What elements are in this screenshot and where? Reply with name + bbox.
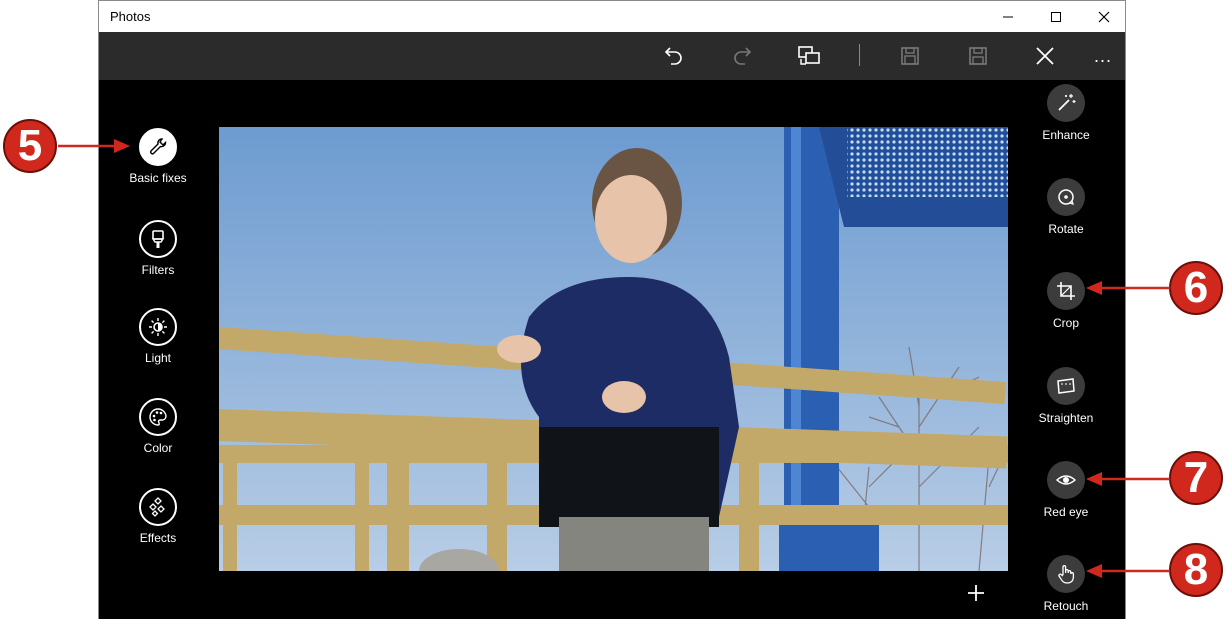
photos-window: Photos ... Basic fixes Filters Light Col… xyxy=(98,0,1126,619)
tool-crop-label: Crop xyxy=(1052,316,1079,330)
tool-red-eye-circle xyxy=(1047,461,1085,499)
callout-number: 5 xyxy=(17,121,43,170)
sun-icon xyxy=(149,318,167,336)
photo-image xyxy=(219,127,1008,571)
tool-effects[interactable]: Effects xyxy=(103,488,213,545)
callout-number: 7 xyxy=(1183,453,1209,502)
editing-canvas: Basic fixes Filters Light Color Effects … xyxy=(99,80,1125,619)
tool-red-eye-label: Red eye xyxy=(1043,505,1089,519)
tool-rotate[interactable]: Rotate xyxy=(1011,178,1121,236)
tool-straighten-circle xyxy=(1047,367,1085,405)
tool-enhance[interactable]: Enhance xyxy=(1011,84,1121,142)
undo-icon xyxy=(664,47,682,65)
brush-icon xyxy=(151,230,165,248)
maximize-icon xyxy=(1051,11,1061,22)
tool-effects-label: Effects xyxy=(139,531,177,545)
straighten-icon xyxy=(1057,378,1075,394)
cancel-edit-button[interactable] xyxy=(1028,39,1062,73)
tool-basic-fixes-label: Basic fixes xyxy=(129,171,187,185)
callout-5: 5 xyxy=(2,118,58,174)
photo-preview[interactable] xyxy=(219,127,1008,571)
crop-icon xyxy=(1057,282,1075,300)
magic-wand-icon xyxy=(1058,94,1076,111)
tool-color-circle xyxy=(139,398,177,436)
tool-basic-fixes-circle xyxy=(139,128,177,166)
callout-8: 8 xyxy=(1168,542,1224,598)
tool-retouch-circle xyxy=(1047,555,1085,593)
tool-crop-circle xyxy=(1047,272,1085,310)
eye-icon xyxy=(1055,475,1077,485)
redo-button[interactable] xyxy=(725,39,759,73)
toolbar-separator xyxy=(859,44,860,66)
tool-basic-fixes[interactable]: Basic fixes xyxy=(103,128,213,185)
effects-icon xyxy=(149,497,165,517)
close-icon xyxy=(1036,47,1054,65)
save-button[interactable] xyxy=(961,39,995,73)
maximize-button[interactable] xyxy=(1033,1,1079,32)
arrow-icon xyxy=(1086,281,1170,295)
arrow-icon xyxy=(1086,472,1170,486)
tool-rotate-label: Rotate xyxy=(1048,222,1084,236)
palette-icon xyxy=(149,408,167,426)
tool-filters[interactable]: Filters xyxy=(103,220,213,277)
tool-effects-circle xyxy=(139,488,177,526)
tool-retouch-label: Retouch xyxy=(1043,599,1089,613)
tool-color[interactable]: Color xyxy=(103,398,213,455)
close-icon xyxy=(1098,11,1110,22)
tool-color-label: Color xyxy=(143,441,173,455)
compare-icon xyxy=(798,46,820,65)
tool-filters-label: Filters xyxy=(141,263,175,277)
title-bar: Photos xyxy=(99,0,1125,32)
tool-straighten[interactable]: Straighten xyxy=(1011,367,1121,425)
tool-filters-circle xyxy=(139,220,177,258)
save-copy-icon xyxy=(901,47,919,65)
compare-button[interactable] xyxy=(792,39,826,73)
add-button[interactable] xyxy=(963,580,989,606)
wrench-icon xyxy=(150,138,167,155)
save-copy-button[interactable] xyxy=(893,39,927,73)
callout-6: 6 xyxy=(1168,260,1224,316)
minimize-button[interactable] xyxy=(985,1,1031,32)
redo-icon xyxy=(734,47,752,65)
tool-light-label: Light xyxy=(144,351,172,365)
more-button[interactable]: ... xyxy=(1086,39,1120,73)
tool-enhance-circle xyxy=(1047,84,1085,122)
tool-light[interactable]: Light xyxy=(103,308,213,365)
edit-toolbar: ... xyxy=(99,32,1125,80)
callout-7: 7 xyxy=(1168,450,1224,506)
minimize-icon xyxy=(1003,16,1013,17)
callout-number: 8 xyxy=(1183,545,1209,594)
tool-light-circle xyxy=(139,308,177,346)
close-window-button[interactable] xyxy=(1081,1,1127,32)
arrow-icon xyxy=(1086,564,1170,578)
hand-icon xyxy=(1058,565,1075,584)
tool-straighten-label: Straighten xyxy=(1038,411,1094,425)
rotate-icon xyxy=(1058,189,1074,205)
arrow-icon xyxy=(58,139,130,153)
tool-red-eye[interactable]: Red eye xyxy=(1011,461,1121,519)
tool-enhance-label: Enhance xyxy=(1042,128,1090,142)
plus-icon xyxy=(968,585,984,601)
undo-button[interactable] xyxy=(657,39,691,73)
window-title: Photos xyxy=(110,9,151,24)
tool-rotate-circle xyxy=(1047,178,1085,216)
save-icon xyxy=(969,47,987,65)
callout-number: 6 xyxy=(1183,263,1209,312)
